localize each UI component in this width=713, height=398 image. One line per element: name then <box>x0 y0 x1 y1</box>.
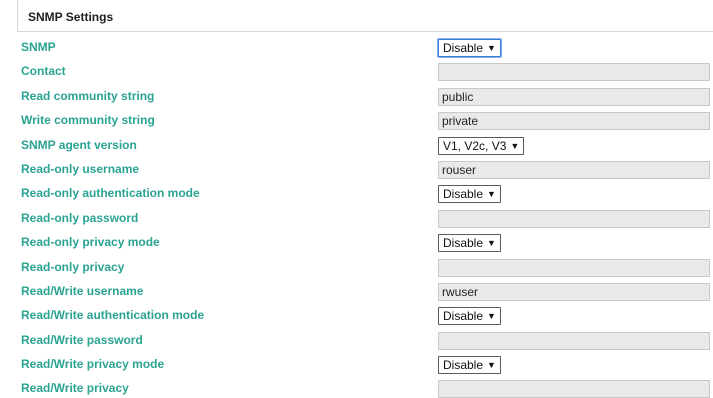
row-read-community-string: Read community string public <box>0 86 713 110</box>
write-community-string-field[interactable]: private <box>438 112 710 131</box>
row-read-only-username: Read-only username rouser <box>0 159 713 183</box>
triangle-down-icon: ▼ <box>487 238 496 249</box>
read-only-privacy-mode-select-value: Disable <box>443 236 484 251</box>
row-read-only-privacy-mode: Read-only privacy mode Disable ▼ <box>0 232 713 256</box>
row-read-only-authentication-mode: Read-only authentication mode Disable ▼ <box>0 183 713 207</box>
read-community-string-field[interactable]: public <box>438 87 710 106</box>
read-only-username-field[interactable]: rouser <box>438 160 710 179</box>
row-snmp: SNMP Disable ▼ <box>0 37 713 61</box>
read-community-string-label: Read community string <box>21 88 155 103</box>
row-read-write-authentication-mode: Read/Write authentication mode Disable ▼ <box>0 305 713 329</box>
snmp-select-value: Disable <box>443 41 484 55</box>
read-only-password-label: Read-only password <box>21 210 139 225</box>
read-write-authentication-mode-select[interactable]: Disable ▼ <box>438 307 501 326</box>
read-only-username-label: Read-only username <box>21 161 140 176</box>
snmp-label: SNMP <box>21 40 56 54</box>
triangle-down-icon: ▼ <box>487 189 496 200</box>
row-read-write-username: Read/Write username rwuser <box>0 281 713 305</box>
read-write-authentication-mode-select-value: Disable <box>443 309 484 324</box>
read-write-username-field[interactable]: rwuser <box>438 282 710 301</box>
snmp-agent-version-label: SNMP agent version <box>21 137 137 152</box>
read-only-authentication-mode-label: Read-only authentication mode <box>21 186 200 201</box>
row-read-write-privacy: Read/Write privacy <box>0 378 713 398</box>
contact-field[interactable] <box>438 63 710 82</box>
row-read-write-password: Read/Write password <box>0 330 713 354</box>
row-write-community-string: Write community string private <box>0 110 713 134</box>
read-write-privacy-mode-label: Read/Write privacy mode <box>21 357 165 372</box>
read-write-privacy-mode-select-value: Disable <box>443 358 484 373</box>
read-write-privacy-mode-select[interactable]: Disable ▼ <box>438 356 501 375</box>
snmp-select[interactable]: Disable ▼ <box>438 39 501 57</box>
snmp-agent-version-select-value: V1, V2c, V3 <box>443 138 507 153</box>
row-read-only-privacy: Read-only privacy <box>0 257 713 281</box>
row-read-write-privacy-mode: Read/Write privacy mode Disable ▼ <box>0 354 713 378</box>
read-only-authentication-mode-select[interactable]: Disable ▼ <box>438 185 501 204</box>
read-only-privacy-mode-label: Read-only privacy mode <box>21 235 160 250</box>
triangle-down-icon: ▼ <box>510 140 520 151</box>
read-only-privacy-field[interactable] <box>438 258 710 277</box>
read-only-privacy-label: Read-only privacy <box>21 259 125 274</box>
triangle-down-icon: ▼ <box>487 43 496 53</box>
write-community-string-label: Write community string <box>21 113 155 128</box>
snmp-settings-page: SNMP Settings SNMP Disable ▼ Contact Rea… <box>0 0 713 398</box>
read-write-privacy-field[interactable] <box>438 380 710 398</box>
row-read-only-password: Read-only password <box>0 208 713 232</box>
row-snmp-agent-version: SNMP agent version V1, V2c, V3 ▼ <box>0 135 713 159</box>
read-write-password-field[interactable] <box>438 331 710 350</box>
row-contact: Contact <box>0 61 713 85</box>
read-write-privacy-label: Read/Write privacy <box>21 381 129 396</box>
settings-form: SNMP Disable ▼ Contact Read community st… <box>0 37 713 398</box>
section-title: SNMP Settings <box>28 10 114 24</box>
triangle-down-icon: ▼ <box>487 311 496 322</box>
read-write-authentication-mode-label: Read/Write authentication mode <box>21 308 205 323</box>
contact-label: Contact <box>21 64 66 79</box>
read-write-username-label: Read/Write username <box>21 283 144 298</box>
read-only-authentication-mode-select-value: Disable <box>443 187 484 202</box>
read-only-privacy-mode-select[interactable]: Disable ▼ <box>438 234 501 253</box>
read-write-password-label: Read/Write password <box>21 332 143 347</box>
read-only-password-field[interactable] <box>438 209 710 228</box>
triangle-down-icon: ▼ <box>487 360 496 371</box>
snmp-agent-version-select[interactable]: V1, V2c, V3 ▼ <box>438 136 525 155</box>
section-header: SNMP Settings <box>17 0 713 32</box>
